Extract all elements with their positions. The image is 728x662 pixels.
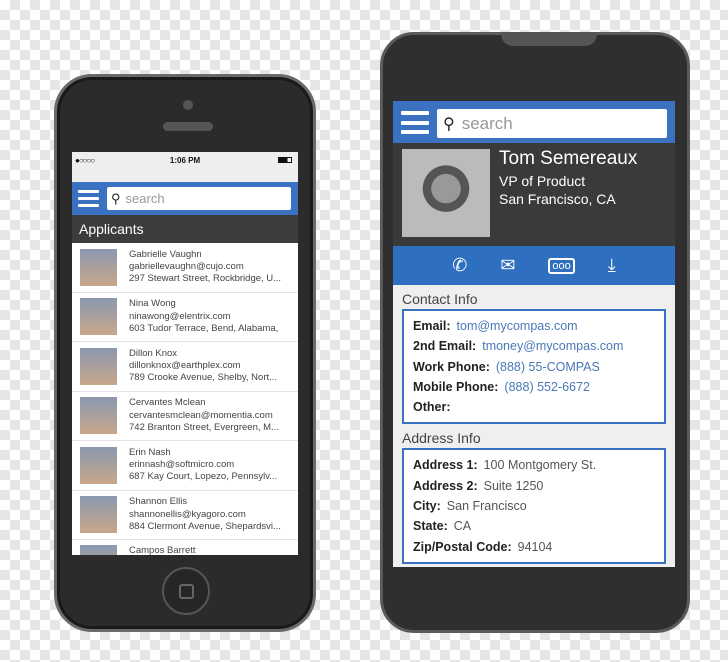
applicant-name: Cervantes Mclean xyxy=(129,397,206,409)
search-input[interactable]: ⚲ search xyxy=(437,109,667,138)
contact-row: 2nd Email: tmoney@mycompas.com xyxy=(413,339,624,354)
applicant-name: Nina Wong xyxy=(129,298,176,310)
download-icon[interactable]: ⤓ xyxy=(608,255,616,276)
applicant-email: ninawong@elentrix.com xyxy=(129,310,231,322)
mail-icon[interactable]: ✉ xyxy=(500,255,515,276)
contact-info-box: Email: tom@mycompas.com 2nd Email: tmoney@… xyxy=(402,309,666,425)
avatar xyxy=(80,496,117,534)
work-phone-link[interactable]: (888) 55-COMPAS xyxy=(496,360,600,374)
list-item[interactable]: Dillon Knox dillonknox@earthplex.com 789 C… xyxy=(72,342,298,392)
applicant-email: dillonknox@earthplex.com xyxy=(129,360,241,372)
address-row: State: CA xyxy=(413,519,472,534)
avatar xyxy=(80,248,117,286)
search-input[interactable]: ⚲ search xyxy=(107,187,291,210)
profile-photo xyxy=(402,149,490,237)
applicant-name: Dillon Knox xyxy=(129,347,178,359)
applicant-list: Gabrielle Vaughn gabriellevaughn@cujo.com… xyxy=(72,243,298,555)
avatar xyxy=(80,397,117,435)
address-row: Address 2: Suite 1250 xyxy=(413,478,544,493)
applicant-address: 884 Clermont Avenue, Shepardsvi... xyxy=(129,520,281,532)
address-row: Address 1: 100 Montgomery St. xyxy=(413,458,597,473)
list-item[interactable]: Cervantes Mclean cervantesmclean@momentia… xyxy=(72,392,298,441)
search-icon: ⚲ xyxy=(443,115,455,133)
applicant-email: cervantesmclean@momentia.com xyxy=(129,409,273,421)
email-link[interactable]: tom@mycompas.com xyxy=(457,319,578,333)
status-bar: ●○○○○ 1:06 PM xyxy=(72,152,298,182)
applicant-name: Gabrielle Vaughn xyxy=(129,248,202,260)
contact-row: Email: tom@mycompas.com xyxy=(413,319,578,333)
contact-info-title: Contact Info xyxy=(402,291,478,307)
battery-icon xyxy=(278,157,292,163)
address-info-box: Address 1: 100 Montgomery St. Address 2: S… xyxy=(402,448,666,564)
email2-link[interactable]: tmoney@mycompas.com xyxy=(482,339,623,353)
applicant-address: 789 Crooke Avenue, Shelby, Nort... xyxy=(129,372,278,384)
avatar xyxy=(80,446,117,484)
menu-icon[interactable] xyxy=(78,190,99,207)
nav-bar: ⚲ search xyxy=(393,101,675,143)
section-title: Applicants xyxy=(72,215,298,243)
camera xyxy=(183,100,193,110)
nav-bar: ⚲ search xyxy=(72,182,298,215)
mobile-phone-link[interactable]: (888) 552-6672 xyxy=(504,380,589,394)
avatar xyxy=(80,545,117,555)
list-item[interactable]: Gabrielle Vaughn gabriellevaughn@cujo.com… xyxy=(72,243,298,293)
applicant-email: shannonellis@kyagoro.com xyxy=(129,508,246,520)
contact-row: Other: xyxy=(413,400,451,415)
status-time: 1:06 PM xyxy=(169,156,201,165)
list-item[interactable]: Nina Wong ninawong@elentrix.com 603 Tudor … xyxy=(72,293,298,342)
action-bar: ✆ ✉ ooo ⤓ xyxy=(393,246,675,285)
applicant-address: 603 Tudor Terrace, Bend, Alabama, xyxy=(129,322,279,334)
right-screen: ⚲ search Tom Semereaux VP of Product San… xyxy=(393,101,675,567)
applicant-name: Erin Nash xyxy=(129,446,171,458)
list-item[interactable]: Erin Nash erinnash@softmicro.com 687 Kay C… xyxy=(72,441,298,491)
left-screen: ●○○○○ 1:06 PM ⚲ search Applicants Gabrie… xyxy=(72,152,298,555)
applicant-address: 687 Kay Court, Lopezo, Pennsylv... xyxy=(129,471,278,483)
address-row: City: San Francisco xyxy=(413,499,527,514)
list-item[interactable]: Shannon Ellis shannonellis@kyagoro.com 884… xyxy=(72,491,298,540)
address-info-title: Address Info xyxy=(402,430,481,447)
home-button[interactable] xyxy=(162,567,210,615)
speaker xyxy=(163,122,213,131)
profile-header: Tom Semereaux VP of Product San Francisc… xyxy=(393,143,675,246)
applicant-email: erinnash@softmicro.com xyxy=(129,459,235,471)
contact-row: Work Phone: (888) 55-COMPAS xyxy=(413,359,600,374)
contact-row: Mobile Phone: (888) 552-6672 xyxy=(413,379,590,394)
avatar xyxy=(80,347,117,385)
speaker xyxy=(501,32,597,46)
applicant-name: Campos Barrett xyxy=(129,545,196,555)
applicant-address: 742 Branton Street, Evergreen, M... xyxy=(129,421,279,433)
profile-name: Tom Semereaux xyxy=(499,148,638,169)
chat-icon[interactable]: ooo xyxy=(548,257,575,274)
avatar xyxy=(80,298,117,336)
phone-icon[interactable]: ✆ xyxy=(452,255,467,276)
profile-title: VP of Product xyxy=(499,173,586,189)
profile-location: San Francisco, CA xyxy=(499,191,616,207)
list-item[interactable]: Campos Barrett xyxy=(72,540,298,555)
applicant-email: gabriellevaughn@cujo.com xyxy=(129,261,244,273)
applicant-address: 297 Stewart Street, Rockbridge, U... xyxy=(129,273,282,285)
applicant-name: Shannon Ellis xyxy=(129,496,188,508)
menu-icon[interactable] xyxy=(401,111,429,134)
search-icon: ⚲ xyxy=(111,190,121,206)
address-row: Zip/Postal Code: 94104 xyxy=(413,539,553,554)
